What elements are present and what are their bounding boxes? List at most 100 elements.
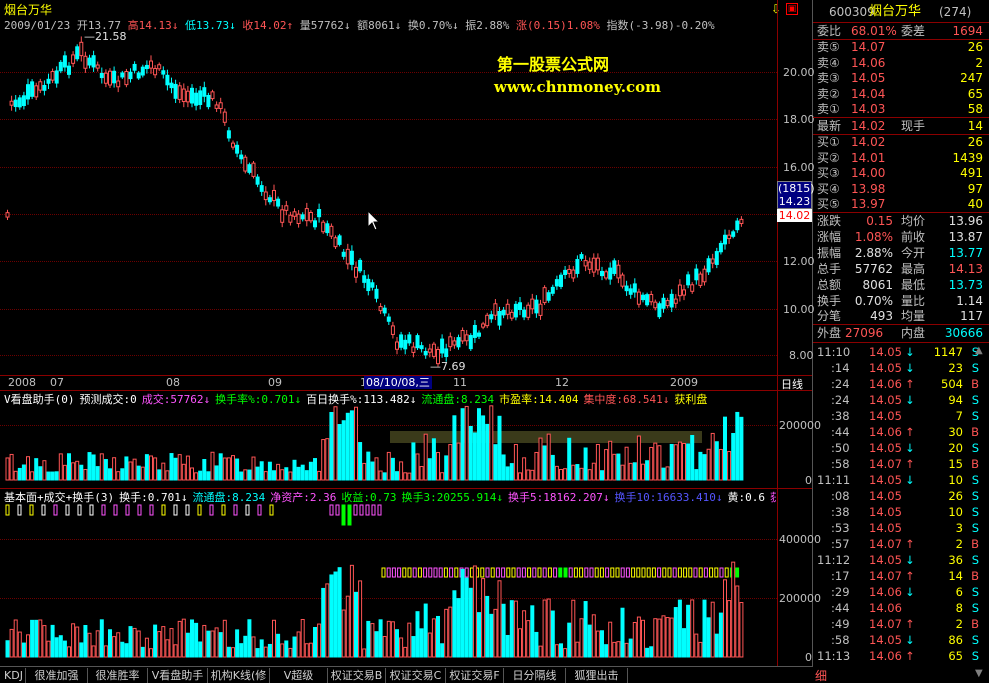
detail-label[interactable]: 细 [815,667,827,683]
indicator-tab[interactable]: 日分隔线 [504,668,566,683]
volume-bar [452,590,457,658]
candle-body [390,325,395,335]
candle-body [460,329,465,342]
volume-bar [255,648,260,658]
indicator-tab[interactable]: 狐狸出击 [566,668,628,683]
candle-body [304,208,309,222]
candle-body [235,144,240,154]
signal-marker [709,567,714,578]
indicator-tab[interactable]: V看盘助手 [148,668,208,683]
volume-bar [354,406,358,481]
volume-bar [5,457,10,481]
volume-bar [378,470,383,481]
candle-body [513,303,518,318]
indicator-tab[interactable]: 很准胜率 [88,668,148,683]
volume-bar [694,633,699,658]
volume-bar [419,628,424,658]
candle-body [554,279,559,287]
candle-body [185,90,190,103]
volume-bar [21,464,26,481]
volume-bar [313,458,317,481]
signal-marker [347,504,352,526]
signal-marker [365,504,370,516]
volume-bar [140,466,145,481]
signal-marker [359,504,364,516]
indicator-tab[interactable]: V超级MACD [270,668,328,683]
volume-bar [620,464,625,481]
signal-marker [667,567,672,578]
volume-bar [325,438,330,481]
volume-bar [624,642,629,658]
candle-body [210,91,215,100]
volume-bar [604,449,609,481]
candle-body [632,283,637,293]
volume-bar [501,454,506,481]
volume-bar [165,470,170,481]
candle-body [382,307,387,314]
volume-bar [341,420,346,481]
volume-bar [575,641,580,658]
candle-body [157,64,162,70]
volume-bar [304,470,309,481]
indicator-tab[interactable]: 很准加强 [26,668,88,683]
volume-bar [739,416,744,481]
crosshair-value-box: (1815) 14.23 [777,181,815,209]
close-icon[interactable]: ▣ [786,3,798,15]
candle-body [423,350,428,356]
volume-bar [714,633,719,658]
scroll-up-icon[interactable]: ▲ [975,345,983,356]
signal-marker [631,567,636,578]
signal-marker [329,504,334,516]
candle-body [255,176,260,185]
signal-marker [185,504,190,516]
volume-bar [554,644,559,658]
volume-bar [226,646,231,658]
candle-body [21,95,26,107]
volume-bar [308,642,313,658]
volume-bar [423,603,428,658]
buy-level-row: 买② 14.01 1439 [817,150,983,165]
volume-bar [710,432,715,481]
indicator-tab[interactable]: 权证交易B [328,668,386,683]
volume-bar [661,467,666,481]
indicator-tab[interactable]: 权证交易C [386,668,446,683]
volume-bar [112,636,117,658]
volume-bar [21,642,26,658]
volume-bar [13,470,18,481]
indicator-tab[interactable]: 权证交易F [446,668,504,683]
volume-bar [239,643,244,658]
candle-body [317,209,322,218]
volume-bar [669,617,674,658]
scroll-down-icon[interactable]: ▼ [975,668,983,679]
candle-body [42,84,47,91]
volume-bar [124,643,129,658]
volume-bar [132,458,137,481]
volume-bar [128,461,133,481]
volume-bar [50,471,55,481]
signal-marker [221,504,226,516]
signal-marker [17,504,22,516]
candle-body [358,259,363,272]
period-label[interactable]: 日线 [781,376,803,392]
candle-body [505,303,510,315]
signal-marker [563,567,568,578]
volume-bar [58,453,63,481]
signal-marker [625,567,630,578]
volume-bar [702,454,707,481]
candle-body [284,205,289,211]
indicator-tab[interactable]: 机构K线(修 [208,668,270,683]
watermark-title: 第一股票公式网 [497,55,610,74]
candle-body [75,46,80,60]
volume-bar [542,599,547,658]
volume-bar [34,619,39,658]
tick-row: :58 14.07 ↑ 15 B [831,457,979,471]
candle-body [477,332,481,337]
volume-bar [317,623,322,658]
candle-body [161,70,166,75]
volume-bar [308,461,313,481]
volume-bar [222,457,227,481]
signal-marker [77,504,82,516]
volume-bar [108,629,112,658]
signal-marker [677,567,682,578]
indicator-tab[interactable]: KDJ [2,668,26,683]
